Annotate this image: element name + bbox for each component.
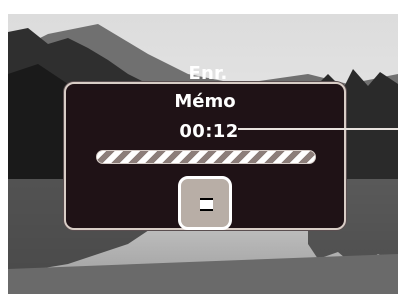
stop-button[interactable] xyxy=(178,176,232,230)
elapsed-time: 00:12 xyxy=(179,121,239,142)
dialog-title-line-1: Enr. xyxy=(188,63,228,84)
camera-screen: Enr. Mémo 00:12 xyxy=(0,0,398,301)
timer-leader-line xyxy=(238,128,398,130)
stop-icon-underline xyxy=(200,209,213,211)
dialog-title-line-2: Mémo xyxy=(174,91,236,112)
recording-progress-bar xyxy=(96,150,316,164)
